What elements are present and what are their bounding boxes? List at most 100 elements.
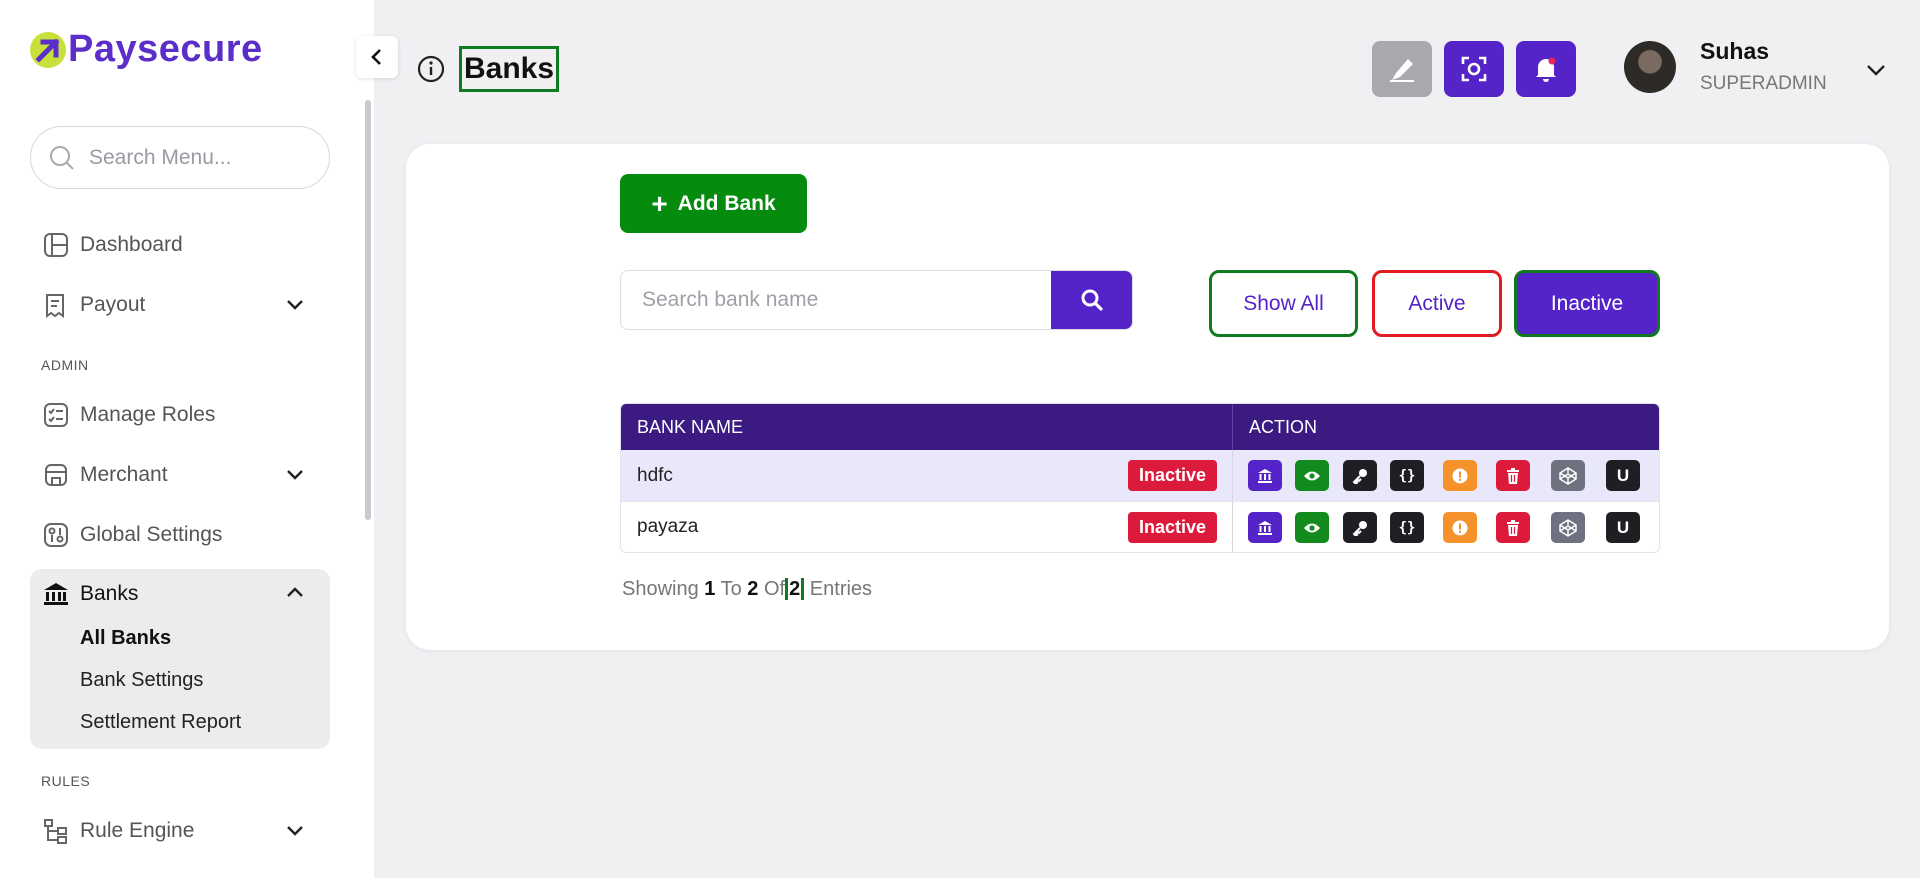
page-header: Banks: [416, 46, 560, 92]
section-label-admin: ADMIN: [41, 357, 89, 373]
table-header: BANK NAME ACTION: [621, 404, 1659, 450]
sidebar-group-banks: Banks All Banks Bank Settings Settlement…: [30, 569, 330, 749]
sidebar-item-label: Manage Roles: [80, 403, 216, 426]
sidebar-item-label: Dashboard: [80, 233, 183, 256]
add-bank-button[interactable]: + Add Bank: [620, 174, 807, 233]
alert-button[interactable]: [1443, 512, 1477, 543]
delete-button[interactable]: [1496, 460, 1530, 491]
sidebar-subitem-bank-settings[interactable]: Bank Settings: [80, 669, 203, 692]
bank-icon: [1258, 468, 1272, 483]
sidebar: Paysecure Dashboard Payout ADMIN Manage …: [0, 0, 374, 878]
user-name: Suhas: [1700, 38, 1770, 64]
codepen-icon: [1559, 466, 1577, 485]
notifications-button[interactable]: [1516, 41, 1576, 97]
footer-prefix: Showing: [622, 578, 699, 600]
chevron-down-icon: [287, 300, 303, 310]
action-cell: {} U: [1233, 450, 1659, 501]
bank-search: [620, 270, 1133, 330]
logo-mark-icon: [30, 31, 66, 68]
bell-icon: [1536, 57, 1556, 82]
sidebar-search-input[interactable]: [89, 145, 309, 170]
view-button[interactable]: [1295, 460, 1329, 491]
user-info: Suhas SUPERADMIN: [1700, 38, 1827, 95]
trash-icon: [1507, 519, 1519, 536]
bank-icon: [1258, 520, 1272, 535]
bank-details-button[interactable]: [1248, 512, 1282, 543]
json-button[interactable]: {}: [1390, 460, 1424, 491]
banks-table: BANK NAME ACTION hdfc Inactive {} U paya…: [620, 403, 1660, 553]
filter-show-all-button[interactable]: Show All: [1209, 270, 1358, 337]
bank-icon: [42, 580, 70, 608]
pagination-info: Showing 1 To 2 Of 2 Entries: [622, 578, 872, 601]
filter-inactive-button[interactable]: Inactive: [1514, 270, 1660, 337]
info-icon[interactable]: [416, 54, 446, 84]
bank-search-input[interactable]: [621, 271, 1051, 329]
u-letter-icon: U: [1616, 465, 1630, 485]
capture-icon: [1461, 56, 1487, 82]
theme-button[interactable]: [1372, 41, 1432, 97]
key-icon: [1352, 520, 1367, 536]
u-button[interactable]: U: [1606, 460, 1640, 491]
sidebar-item-label: Rule Engine: [80, 819, 195, 842]
sidebar-item-label: Global Settings: [80, 523, 223, 546]
search-icon: [50, 145, 74, 170]
sidebar-item-merchant[interactable]: Merchant: [30, 450, 330, 500]
json-button[interactable]: {}: [1390, 512, 1424, 543]
sidebar-scrollbar[interactable]: [365, 100, 371, 520]
avatar[interactable]: [1624, 40, 1676, 93]
footer-total: 2: [785, 578, 805, 600]
alert-button[interactable]: [1443, 460, 1477, 491]
status-badge: Inactive: [1127, 512, 1217, 543]
add-bank-label: Add Bank: [677, 191, 776, 215]
key-button[interactable]: [1343, 460, 1377, 491]
sidebar-subitem-all-banks[interactable]: All Banks: [80, 627, 171, 650]
page-title: Banks: [459, 46, 560, 92]
dashboard-icon: [42, 231, 70, 259]
footer-suffix: Entries: [809, 578, 873, 600]
table-row[interactable]: payaza Inactive {} U: [621, 501, 1659, 552]
footer-to: 2: [747, 578, 759, 600]
bank-name-cell: hdfc Inactive: [621, 450, 1233, 501]
table-row[interactable]: hdfc Inactive {} U: [621, 450, 1659, 501]
action-cell: {} U: [1233, 502, 1659, 552]
bank-search-button[interactable]: [1051, 271, 1132, 329]
sidebar-item-rule-engine[interactable]: Rule Engine: [30, 806, 330, 856]
alert-icon: [1452, 520, 1468, 535]
filter-active-button[interactable]: Active: [1372, 270, 1502, 337]
sidebar-item-global-settings[interactable]: Global Settings: [30, 510, 330, 560]
footer-to-word: To: [720, 578, 742, 600]
chevron-down-icon: [287, 470, 303, 480]
view-button[interactable]: [1295, 512, 1329, 543]
footer-from: 1: [704, 578, 716, 600]
brand-logo[interactable]: Paysecure: [30, 28, 263, 71]
column-header-action: ACTION: [1249, 416, 1318, 437]
bank-details-button[interactable]: [1248, 460, 1282, 491]
sidebar-search[interactable]: [30, 126, 330, 189]
codepen-button[interactable]: [1551, 460, 1585, 491]
sidebar-subitem-settlement-report[interactable]: Settlement Report: [80, 711, 241, 734]
chevron-down-icon[interactable]: [1864, 58, 1888, 82]
bank-name: payaza: [637, 516, 699, 537]
receipt-icon: [42, 291, 70, 319]
key-button[interactable]: [1343, 512, 1377, 543]
screenshot-button[interactable]: [1444, 41, 1504, 97]
codepen-button[interactable]: [1551, 512, 1585, 543]
roles-icon: [42, 401, 70, 429]
store-icon: [42, 461, 70, 489]
user-role: SUPERADMIN: [1700, 73, 1827, 94]
user-menu[interactable]: Suhas SUPERADMIN: [1624, 38, 1827, 95]
sidebar-item-label: Banks: [80, 582, 139, 605]
sidebar-item-payout[interactable]: Payout: [30, 280, 330, 330]
footer-of-word: Of: [763, 578, 786, 600]
sidebar-item-banks[interactable]: Banks: [30, 569, 330, 619]
chevron-up-icon: [287, 587, 303, 597]
sidebar-item-manage-roles[interactable]: Manage Roles: [30, 390, 330, 440]
plus-icon: +: [651, 187, 668, 219]
settings-sliders-icon: [42, 521, 70, 549]
u-button[interactable]: U: [1606, 512, 1640, 543]
sidebar-item-dashboard[interactable]: Dashboard: [30, 220, 330, 270]
status-badge: Inactive: [1127, 460, 1217, 491]
delete-button[interactable]: [1496, 512, 1530, 543]
sidebar-collapse-button[interactable]: [356, 36, 398, 78]
brand-name: Paysecure: [68, 28, 263, 70]
